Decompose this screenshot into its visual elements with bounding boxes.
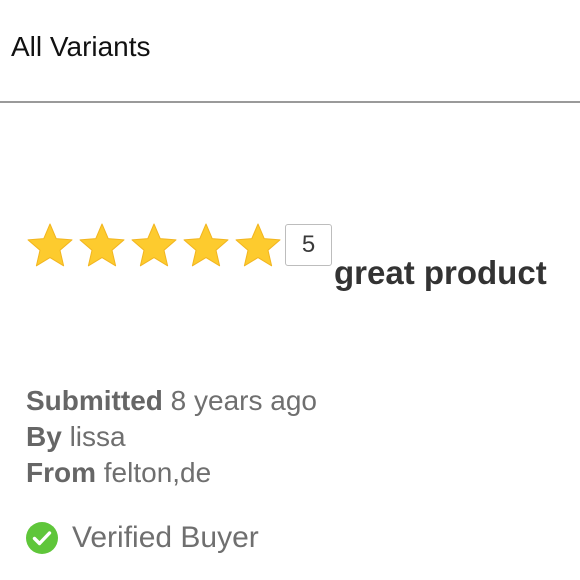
review-author: By lissa <box>26 420 126 454</box>
location-value: felton,de <box>103 457 212 488</box>
from-label: From <box>26 457 96 488</box>
submitted-label: Submitted <box>26 385 163 416</box>
verified-buyer-badge: Verified Buyer <box>26 518 259 558</box>
star-rating <box>25 221 285 269</box>
star-icon <box>79 223 125 267</box>
star-icon <box>183 223 229 267</box>
rating-value-badge: 5 <box>285 224 332 266</box>
variant-filter-label: All Variants <box>11 31 151 62</box>
by-label: By <box>26 421 62 452</box>
review-location: From felton,de <box>26 456 211 490</box>
verified-buyer-label: Verified Buyer <box>72 521 259 554</box>
check-circle-icon <box>26 522 58 554</box>
author-name: lissa <box>69 421 126 452</box>
review-submitted: Submitted 8 years ago <box>26 384 317 418</box>
star-icon <box>235 223 281 267</box>
submitted-value: 8 years ago <box>170 385 317 416</box>
review-title: great product <box>334 254 547 291</box>
star-icon <box>131 223 177 267</box>
star-icon <box>27 223 73 267</box>
variant-filter[interactable]: All Variants <box>0 0 580 103</box>
